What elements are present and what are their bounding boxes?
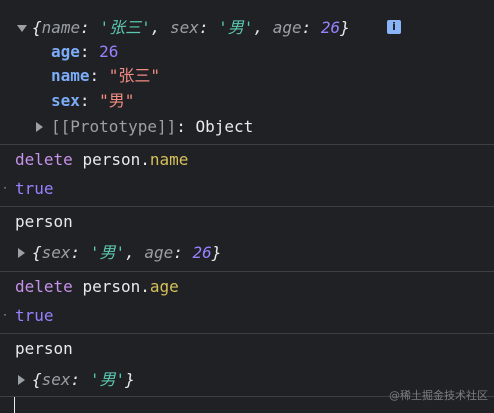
info-icon[interactable]: i [387, 20, 401, 34]
return-arrow-icon: · [2, 310, 9, 321]
divider [0, 333, 494, 334]
expand-toggle-icon[interactable] [18, 375, 25, 385]
divider [0, 206, 494, 207]
prototype-row[interactable]: [[Prototype]]: Object [51, 113, 494, 141]
console-input-delete-name[interactable]: delete person.name [15, 146, 494, 174]
divider [0, 271, 494, 272]
expand-toggle-icon[interactable] [17, 25, 27, 32]
return-arrow-icon: · [2, 183, 9, 194]
console-input-person[interactable]: person [15, 208, 494, 236]
console-input-delete-age[interactable]: delete person.age [15, 273, 494, 301]
console-result-true: true [15, 179, 54, 198]
console-input-person[interactable]: person [15, 335, 494, 363]
prototype-expand-icon[interactable] [36, 122, 43, 132]
console-prompt-caret[interactable] [14, 397, 15, 413]
object-preview-collapsed[interactable]: {sex: '男', age: 26} [32, 239, 494, 267]
property-row-sex: sex: "男" [51, 91, 135, 110]
divider [0, 144, 494, 145]
console-result-true: true [15, 306, 54, 325]
watermark: @稀土掘金技术社区 [389, 389, 488, 402]
expand-toggle-icon[interactable] [18, 248, 25, 258]
property-row-name: name: "张三" [51, 66, 161, 85]
